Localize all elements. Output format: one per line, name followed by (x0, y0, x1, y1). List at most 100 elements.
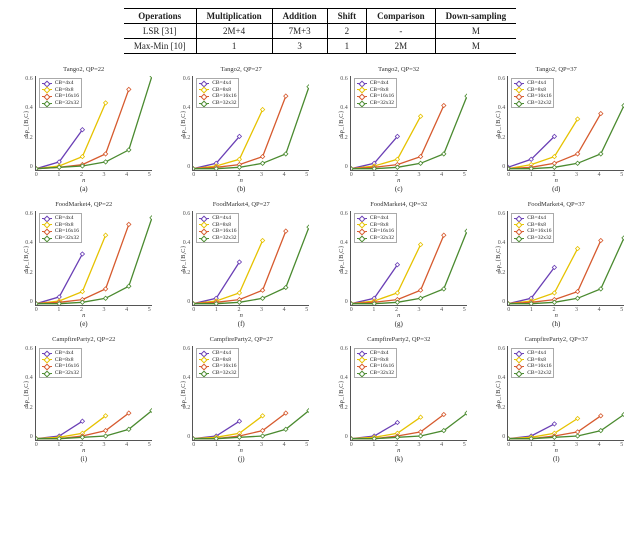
series-marker (553, 300, 557, 304)
chart-box: CampfireParty2, QP=32Δρ_{B,C}0.60.40.20C… (326, 334, 472, 454)
series-marker (150, 216, 152, 220)
legend-label: CB=4x4 (55, 215, 74, 222)
legend-marker-icon (514, 83, 524, 84)
legend-item: CB=16x16 (42, 363, 79, 370)
series-marker (395, 300, 399, 304)
series-marker (103, 152, 107, 156)
legend-label: CB=16x16 (55, 228, 79, 235)
legend-item: CB=16x16 (199, 93, 236, 100)
series-marker (351, 167, 353, 170)
chart-box: FoodMarket4, QP=22Δρ_{B,C}0.60.40.20CB=4… (11, 199, 157, 319)
chart-title: FoodMarket4, QP=27 (168, 201, 314, 208)
series-marker (576, 296, 580, 300)
legend-item: CB=8x8 (42, 87, 79, 94)
legend-label: CB=8x8 (55, 87, 74, 94)
cell: 1 (327, 39, 367, 54)
series-marker (576, 161, 580, 165)
series-marker (80, 300, 84, 304)
legend-label: CB=4x4 (527, 350, 546, 357)
legend-marker-icon (42, 231, 52, 232)
panel-caption: (g) (395, 320, 403, 328)
series-marker (576, 289, 580, 293)
series-marker (284, 94, 288, 98)
series-marker (418, 288, 422, 292)
legend-item: CB=4x4 (514, 80, 551, 87)
y-ticks: 0.60.40.20 (493, 346, 505, 440)
series-marker (284, 285, 288, 289)
series-marker (395, 165, 399, 169)
legend-item: CB=4x4 (357, 350, 394, 357)
operations-table: Operations Multiplication Addition Shift… (124, 8, 516, 54)
legend-label: CB=8x8 (212, 357, 231, 364)
legend-item: CB=8x8 (357, 87, 394, 94)
x-axis-label: n (11, 312, 157, 319)
series-marker (261, 434, 265, 438)
legend-marker-icon (42, 366, 52, 367)
legend-item: CB=16x16 (357, 363, 394, 370)
cell: - (367, 24, 436, 39)
legend-marker-icon (514, 366, 524, 367)
chart-title: Tango2, QP=37 (483, 66, 629, 73)
series-marker (284, 152, 288, 156)
legend-label: CB=4x4 (212, 350, 231, 357)
legend-label: CB=32x32 (370, 235, 394, 242)
series-marker (465, 94, 467, 98)
legend-label: CB=4x4 (212, 215, 231, 222)
series-marker (441, 233, 445, 237)
cell: 7M+3 (272, 24, 327, 39)
legend-item: CB=8x8 (199, 222, 236, 229)
legend-marker-icon (42, 96, 52, 97)
legend-marker-icon (199, 96, 209, 97)
legend: CB=4x4CB=8x8CB=16x16CB=32x32 (511, 78, 554, 108)
legend-marker-icon (514, 224, 524, 225)
series-marker (238, 157, 242, 161)
legend-marker-icon (199, 359, 209, 360)
legend-label: CB=8x8 (55, 222, 74, 229)
series-marker (193, 302, 195, 305)
series-marker (441, 287, 445, 291)
series-marker (622, 103, 624, 107)
legend-item: CB=8x8 (42, 357, 79, 364)
series-marker (238, 300, 242, 304)
legend-marker-icon (357, 238, 367, 239)
legend-marker-icon (514, 218, 524, 219)
panel-caption: (i) (80, 455, 87, 463)
legend-label: CB=4x4 (370, 350, 389, 357)
chart-box: Tango2, QP=22Δρ_{B,C}0.60.40.20CB=4x4CB=… (11, 64, 157, 184)
legend-marker-icon (199, 238, 209, 239)
legend-item: CB=16x16 (357, 228, 394, 235)
chart-panel-e: FoodMarket4, QP=22Δρ_{B,C}0.60.40.20CB=4… (8, 199, 160, 328)
chart-title: Tango2, QP=32 (326, 66, 472, 73)
x-axis-label: n (11, 447, 157, 454)
legend-item: CB=8x8 (199, 87, 236, 94)
legend-label: CB=32x32 (527, 370, 551, 377)
series-marker (441, 152, 445, 156)
series-marker (418, 154, 422, 158)
chart-title: CampfireParty2, QP=32 (326, 336, 472, 343)
series-line (351, 417, 421, 439)
legend-label: CB=32x32 (55, 370, 79, 377)
legend-marker-icon (357, 218, 367, 219)
panel-caption: (b) (237, 185, 245, 193)
legend-label: CB=4x4 (527, 215, 546, 222)
legend-label: CB=16x16 (527, 93, 551, 100)
series-marker (553, 165, 557, 169)
y-ticks: 0.60.40.20 (178, 211, 190, 305)
series-marker (307, 225, 309, 229)
series-line (36, 416, 106, 439)
legend-item: CB=32x32 (199, 100, 236, 107)
y-ticks: 0.60.40.20 (336, 211, 348, 305)
legend-item: CB=16x16 (42, 93, 79, 100)
x-axis-label: n (326, 447, 472, 454)
x-axis-label: n (326, 312, 472, 319)
legend-marker-icon (514, 96, 524, 97)
legend-item: CB=4x4 (514, 350, 551, 357)
legend: CB=4x4CB=8x8CB=16x16CB=32x32 (196, 213, 239, 243)
chart-box: FoodMarket4, QP=32Δρ_{B,C}0.60.40.20CB=4… (326, 199, 472, 319)
y-ticks: 0.60.40.20 (336, 76, 348, 170)
series-marker (261, 107, 265, 111)
legend-label: CB=32x32 (370, 370, 394, 377)
chart-panel-f: FoodMarket4, QP=27Δρ_{B,C}0.60.40.20CB=4… (166, 199, 318, 328)
series-marker (418, 161, 422, 165)
series-line (508, 114, 601, 169)
